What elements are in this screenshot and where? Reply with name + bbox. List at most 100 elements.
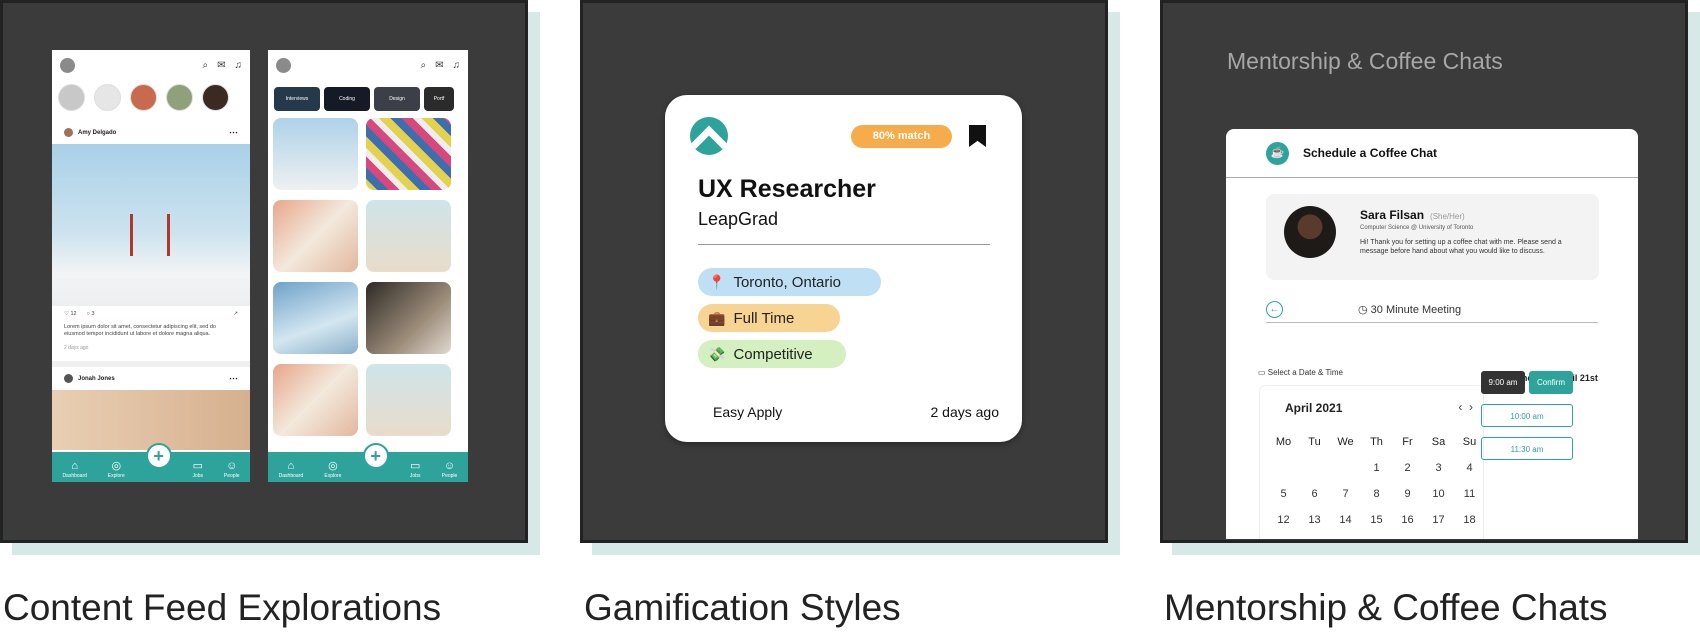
grid-tile[interactable] bbox=[273, 200, 358, 272]
pin-icon: 📍 bbox=[708, 273, 726, 290]
coffee-icon: ☕ bbox=[1266, 141, 1289, 165]
time-slot[interactable]: 11:30 am bbox=[1481, 437, 1573, 460]
calendar-day[interactable]: 11 bbox=[1454, 488, 1485, 500]
share-icon[interactable]: ↗ bbox=[233, 311, 238, 318]
tab-people[interactable]: ☺ People bbox=[442, 461, 458, 480]
calendar-day[interactable]: 4 bbox=[1454, 462, 1485, 474]
story-avatar[interactable] bbox=[58, 84, 85, 111]
calendar-day[interactable]: 10 bbox=[1423, 488, 1454, 500]
tab-jobs[interactable]: ▭ Jobs bbox=[409, 461, 421, 480]
grid-tile[interactable] bbox=[366, 364, 451, 436]
calendar-day[interactable]: 9 bbox=[1392, 488, 1423, 500]
like-count: 12 bbox=[70, 311, 77, 317]
chip-coding[interactable]: Coding bbox=[324, 87, 370, 111]
weekday-header: We bbox=[1337, 436, 1354, 448]
mentor-name: Sara Filsan (She/Her) bbox=[1360, 208, 1465, 222]
tab-label: Jobs bbox=[409, 473, 421, 479]
calendar-nav: ‹ › bbox=[1458, 400, 1473, 414]
calendar-day[interactable]: 12 bbox=[1268, 514, 1299, 526]
phone-topbar: ⌕ ✉ ♫ bbox=[268, 50, 468, 80]
avatar[interactable] bbox=[64, 128, 73, 137]
story-avatar[interactable] bbox=[166, 84, 193, 111]
post-author[interactable]: Jonah Jones bbox=[78, 376, 115, 382]
chat-icon[interactable]: ✉ bbox=[435, 60, 443, 71]
job-card[interactable]: 80% match UX Researcher LeapGrad 📍 Toront… bbox=[665, 95, 1022, 442]
bridge-tower bbox=[130, 214, 133, 256]
avatar[interactable] bbox=[60, 57, 75, 73]
money-icon: 💸 bbox=[708, 345, 726, 362]
tab-people[interactable]: ☺ People bbox=[224, 461, 240, 480]
tab-jobs[interactable]: ▭ Jobs bbox=[192, 461, 203, 480]
briefcase-icon: 💼 bbox=[708, 309, 726, 326]
tab-dashboard[interactable]: ⌂ Dashboard bbox=[62, 460, 87, 480]
more-icon[interactable]: ⋯ bbox=[229, 127, 238, 138]
more-icon[interactable]: ⋯ bbox=[229, 373, 238, 384]
add-button[interactable]: + bbox=[145, 443, 172, 469]
stories-row bbox=[52, 80, 250, 115]
phone-topbar: ⌕ ✉ ♫ bbox=[52, 50, 250, 80]
bell-icon[interactable]: ♫ bbox=[235, 60, 243, 71]
calendar-day[interactable]: 2 bbox=[1392, 462, 1423, 474]
calendar-day[interactable]: 5 bbox=[1268, 488, 1299, 500]
card-caption: Content Feed Explorations bbox=[3, 587, 442, 628]
schedule-header: ☕ Schedule a Coffee Chat bbox=[1226, 129, 1638, 178]
chevron-right-icon[interactable]: › bbox=[1469, 400, 1473, 414]
tab-explore[interactable]: ◎ Explore bbox=[324, 461, 341, 480]
search-icon[interactable]: ⌕ bbox=[203, 60, 209, 71]
chip-portfolio[interactable]: Portf bbox=[424, 87, 454, 111]
comment-count: 3 bbox=[91, 311, 95, 317]
calendar-day[interactable]: 13 bbox=[1299, 514, 1330, 526]
calendar-day[interactable]: 7 bbox=[1330, 488, 1361, 500]
calendar-day[interactable]: 6 bbox=[1299, 488, 1330, 500]
calendar-day[interactable]: 1 bbox=[1361, 462, 1392, 474]
avatar[interactable] bbox=[64, 374, 73, 383]
grid-tile[interactable] bbox=[273, 118, 358, 190]
tab-explore[interactable]: ◎ Explore bbox=[108, 461, 125, 480]
tag-label: Toronto, Ontario bbox=[733, 273, 841, 291]
calendar-day[interactable]: 17 bbox=[1423, 514, 1454, 526]
content-feed-card[interactable]: ⌕ ✉ ♫ Amy Delgado ⋯ ♡ 12 ○ 3 ↗ Lorem ipsum… bbox=[0, 0, 540, 555]
post-author[interactable]: Amy Delgado bbox=[78, 130, 116, 136]
confirm-button[interactable]: Confirm bbox=[1529, 371, 1573, 394]
post-image bbox=[52, 390, 250, 450]
calendar-day[interactable]: 8 bbox=[1361, 488, 1392, 500]
calendar-day[interactable]: 14 bbox=[1330, 514, 1361, 526]
calendar-day[interactable]: 15 bbox=[1361, 514, 1392, 526]
easy-apply-link[interactable]: Easy Apply bbox=[713, 404, 782, 420]
avatar[interactable] bbox=[276, 57, 291, 73]
home-icon: ⌂ bbox=[71, 460, 78, 472]
comment-icon[interactable]: ○ 3 bbox=[87, 311, 95, 318]
chip-design[interactable]: Design bbox=[374, 87, 420, 111]
calendar-day[interactable]: 16 bbox=[1392, 514, 1423, 526]
story-avatar[interactable] bbox=[202, 84, 229, 111]
tab-label: Dashboard bbox=[62, 473, 87, 479]
time-slot[interactable]: 10:00 am bbox=[1481, 404, 1573, 427]
grid-tile[interactable] bbox=[366, 118, 451, 190]
back-arrow-icon[interactable]: ← bbox=[1266, 301, 1283, 318]
bottom-nav: ⌂ Dashboard ◎ Explore + ▭ Jobs ☺ People bbox=[268, 443, 468, 482]
mentor-program: Computer Science @ University of Toronto bbox=[1360, 225, 1474, 231]
select-date-label: ▭ Select a Date & Time bbox=[1258, 368, 1343, 377]
grid-tile[interactable] bbox=[366, 282, 451, 354]
search-icon[interactable]: ⌕ bbox=[421, 60, 427, 71]
tab-dashboard[interactable]: ⌂ Dashboard bbox=[279, 461, 303, 480]
post-text: Lorem ipsum dolor sit amet, consectetur … bbox=[64, 324, 216, 337]
story-avatar[interactable] bbox=[94, 84, 121, 111]
calendar-day[interactable]: 18 bbox=[1454, 514, 1485, 526]
grid-tile[interactable] bbox=[366, 200, 451, 272]
job-type-tag: 💼 Full Time bbox=[698, 304, 840, 332]
chip-interviews[interactable]: Interviews bbox=[274, 87, 320, 111]
heart-icon[interactable]: ♡ 12 bbox=[64, 311, 77, 318]
chevron-left-icon[interactable]: ‹ bbox=[1458, 400, 1462, 414]
bookmark-icon[interactable] bbox=[969, 125, 986, 147]
time-slot-selected[interactable]: 9:00 am bbox=[1481, 371, 1525, 394]
grid-tile[interactable] bbox=[273, 282, 358, 354]
story-avatar[interactable] bbox=[130, 84, 157, 111]
chat-icon[interactable]: ✉ bbox=[217, 60, 225, 71]
meeting-row: ← ◷ 30 Minute Meeting bbox=[1266, 297, 1598, 323]
calendar-day[interactable]: 3 bbox=[1423, 462, 1454, 474]
add-button[interactable]: + bbox=[362, 443, 389, 469]
grid-tile[interactable] bbox=[273, 364, 358, 436]
bell-icon[interactable]: ♫ bbox=[453, 60, 461, 71]
company-logo bbox=[690, 117, 728, 155]
